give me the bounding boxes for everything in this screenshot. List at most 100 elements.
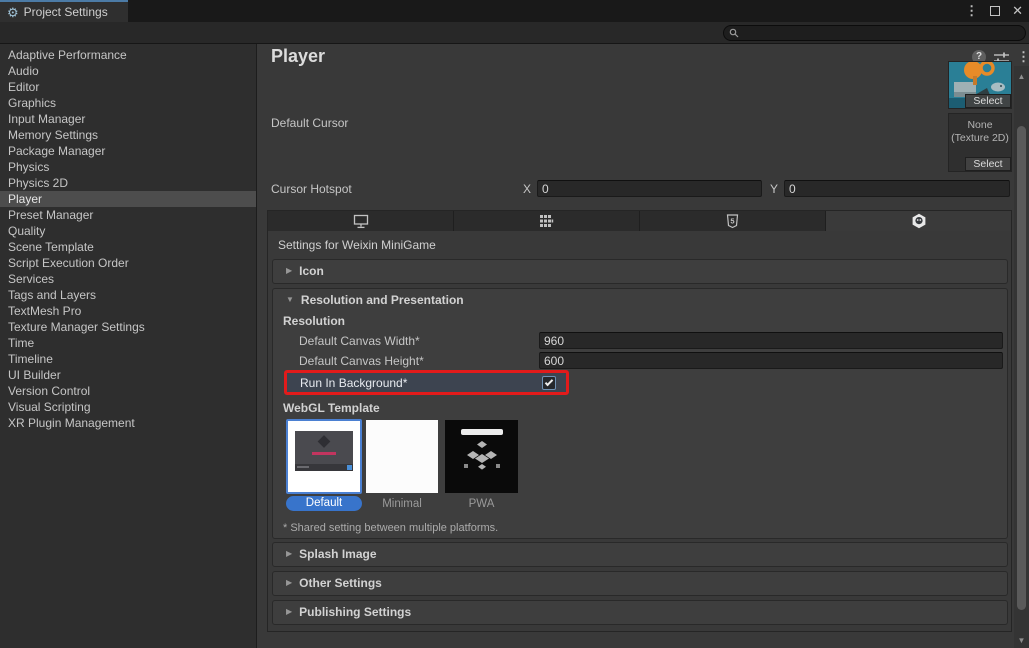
platform-tabstrip: 5 (268, 211, 1011, 231)
sidebar-item-version-control[interactable]: Version Control (0, 383, 256, 399)
window-maximize-icon[interactable] (990, 6, 1000, 16)
progress-bar-graphic (312, 452, 336, 455)
sidebar-item-physics[interactable]: Physics (0, 159, 256, 175)
window-close-icon[interactable]: ✕ (1012, 5, 1023, 17)
hotspot-x-label: X (523, 182, 531, 196)
scroll-up-icon[interactable]: ▲ (1014, 72, 1029, 81)
icon-foldout[interactable]: ▶ Icon (272, 259, 1008, 284)
splash-image-label: Splash Image (299, 547, 376, 561)
unity-logo-icon (318, 435, 331, 448)
platform-settings-group: 5 Settings for Weixin MiniGame ▶ Icon (267, 210, 1012, 632)
sidebar-item-editor[interactable]: Editor (0, 79, 256, 95)
template-pwa-label[interactable]: PWA (445, 498, 518, 510)
weixin-minigame-icon (911, 213, 927, 229)
resolution-presentation-foldout[interactable]: ▼ Resolution and Presentation (273, 289, 1007, 311)
sidebar-item-timeline[interactable]: Timeline (0, 351, 256, 367)
pane-menu-icon[interactable]: ⋮ (1017, 49, 1029, 65)
hotspot-x-field[interactable] (537, 180, 762, 197)
sidebar-item-script-execution-order[interactable]: Script Execution Order (0, 255, 256, 271)
shared-setting-footnote: * Shared setting between multiple platfo… (283, 522, 498, 534)
chevron-right-icon: ▶ (286, 608, 292, 616)
platform-tab-dedicated-server[interactable] (454, 211, 640, 231)
window-tab-title: Project Settings (24, 5, 108, 19)
publishing-settings-label: Publishing Settings (299, 605, 411, 619)
sidebar-item-textmesh-pro[interactable]: TextMesh Pro (0, 303, 256, 319)
webgl-template-pwa-card[interactable] (445, 420, 518, 493)
cursor-hotspot-label: Cursor Hotspot (271, 182, 352, 196)
other-settings-label: Other Settings (299, 576, 382, 590)
default-cursor-texture-well[interactable]: Select (948, 61, 1012, 109)
webgl-template-minimal-card[interactable] (366, 420, 438, 493)
run-in-background-label: Run In Background* (300, 376, 407, 390)
icon-foldout-label: Icon (299, 264, 324, 278)
window-controls: ⋮ ✕ (965, 0, 1023, 22)
platform-tab-weixin-minigame[interactable] (826, 211, 1011, 231)
annotation-highlight: Run In Background* (284, 370, 569, 395)
sidebar-item-tags-and-layers[interactable]: Tags and Layers (0, 287, 256, 303)
sidebar-item-quality[interactable]: Quality (0, 223, 256, 239)
platform-tab-standalone[interactable] (268, 211, 454, 231)
toolbar (0, 22, 1029, 44)
sidebar-item-xr-plugin-management[interactable]: XR Plugin Management (0, 415, 256, 431)
default-canvas-height-field[interactable] (539, 352, 1003, 369)
texture2d-none-label: None (Texture 2D) (949, 114, 1011, 145)
splash-image-foldout[interactable]: ▶ Splash Image (272, 542, 1008, 567)
project-settings-gear-icon: ⚙ (7, 6, 19, 19)
pwa-cubes-icon (463, 440, 501, 474)
sidebar-item-services[interactable]: Services (0, 271, 256, 287)
sidebar-item-audio[interactable]: Audio (0, 63, 256, 79)
webgl-template-label: WebGL Template (283, 401, 380, 415)
search-icon (729, 28, 739, 38)
window-menu-icon[interactable]: ⋮ (965, 5, 978, 17)
sidebar-item-ui-builder[interactable]: UI Builder (0, 367, 256, 383)
dedicated-server-icon (539, 214, 554, 228)
sidebar-item-player[interactable]: Player (0, 191, 256, 207)
settings-sidebar: Adaptive Performance Audio Editor Graphi… (0, 44, 257, 648)
template-minimal-label[interactable]: Minimal (366, 498, 438, 510)
sidebar-item-memory-settings[interactable]: Memory Settings (0, 127, 256, 143)
default-template-preview (295, 431, 353, 471)
default-canvas-width-field[interactable] (539, 332, 1003, 349)
sidebar-item-preset-manager[interactable]: Preset Manager (0, 207, 256, 223)
resolution-group-label: Resolution (283, 314, 345, 328)
sidebar-item-visual-scripting[interactable]: Visual Scripting (0, 399, 256, 415)
search-input[interactable] (739, 27, 1009, 39)
default-cursor-label: Default Cursor (271, 116, 348, 130)
publishing-settings-foldout[interactable]: ▶ Publishing Settings (272, 600, 1008, 625)
project-settings-tab[interactable]: ⚙ Project Settings (0, 0, 128, 22)
run-in-background-checkbox[interactable] (542, 376, 556, 390)
sidebar-item-adaptive-performance[interactable]: Adaptive Performance (0, 47, 256, 63)
vertical-scrollbar[interactable]: ▲ ▼ (1014, 66, 1029, 648)
sidebar-item-texture-manager-settings[interactable]: Texture Manager Settings (0, 319, 256, 335)
svg-text:5: 5 (730, 216, 734, 225)
desktop-icon (353, 214, 369, 229)
cursor-texture-select-button[interactable]: Select (965, 94, 1011, 108)
hotspot-y-field[interactable] (784, 180, 1010, 197)
scroll-down-icon[interactable]: ▼ (1014, 636, 1029, 645)
sidebar-item-physics-2d[interactable]: Physics 2D (0, 175, 256, 191)
resolution-presentation-label: Resolution and Presentation (301, 293, 464, 307)
sidebar-item-time[interactable]: Time (0, 335, 256, 351)
settings-for-header: Settings for Weixin MiniGame (278, 238, 436, 252)
default-canvas-height-label: Default Canvas Height* (299, 354, 424, 368)
search-box[interactable] (723, 25, 1026, 41)
chevron-right-icon: ▶ (286, 267, 292, 275)
template-default-selected-label[interactable]: Default (286, 496, 362, 511)
resolution-presentation-panel: ▼ Resolution and Presentation Resolution… (272, 288, 1008, 539)
platform-tab-webgl[interactable]: 5 (640, 211, 826, 231)
other-settings-foldout[interactable]: ▶ Other Settings (272, 571, 1008, 596)
sidebar-item-scene-template[interactable]: Scene Template (0, 239, 256, 255)
chevron-right-icon: ▶ (286, 579, 292, 587)
scrollbar-thumb[interactable] (1017, 126, 1026, 610)
sidebar-item-input-manager[interactable]: Input Manager (0, 111, 256, 127)
default-canvas-width-label: Default Canvas Width* (299, 334, 420, 348)
texture2d-select-button[interactable]: Select (965, 157, 1011, 171)
webgl-template-default-card[interactable] (286, 419, 362, 494)
chevron-down-icon: ▼ (286, 296, 294, 304)
texture2d-none-well[interactable]: None (Texture 2D) Select (948, 113, 1012, 172)
player-settings-pane: Player ? ⋮ Select None (Texture 2D) Sele… (258, 44, 1029, 648)
sidebar-item-graphics[interactable]: Graphics (0, 95, 256, 111)
webgl-html5-icon: 5 (726, 214, 739, 229)
sidebar-item-package-manager[interactable]: Package Manager (0, 143, 256, 159)
checkmark-icon (545, 377, 553, 385)
